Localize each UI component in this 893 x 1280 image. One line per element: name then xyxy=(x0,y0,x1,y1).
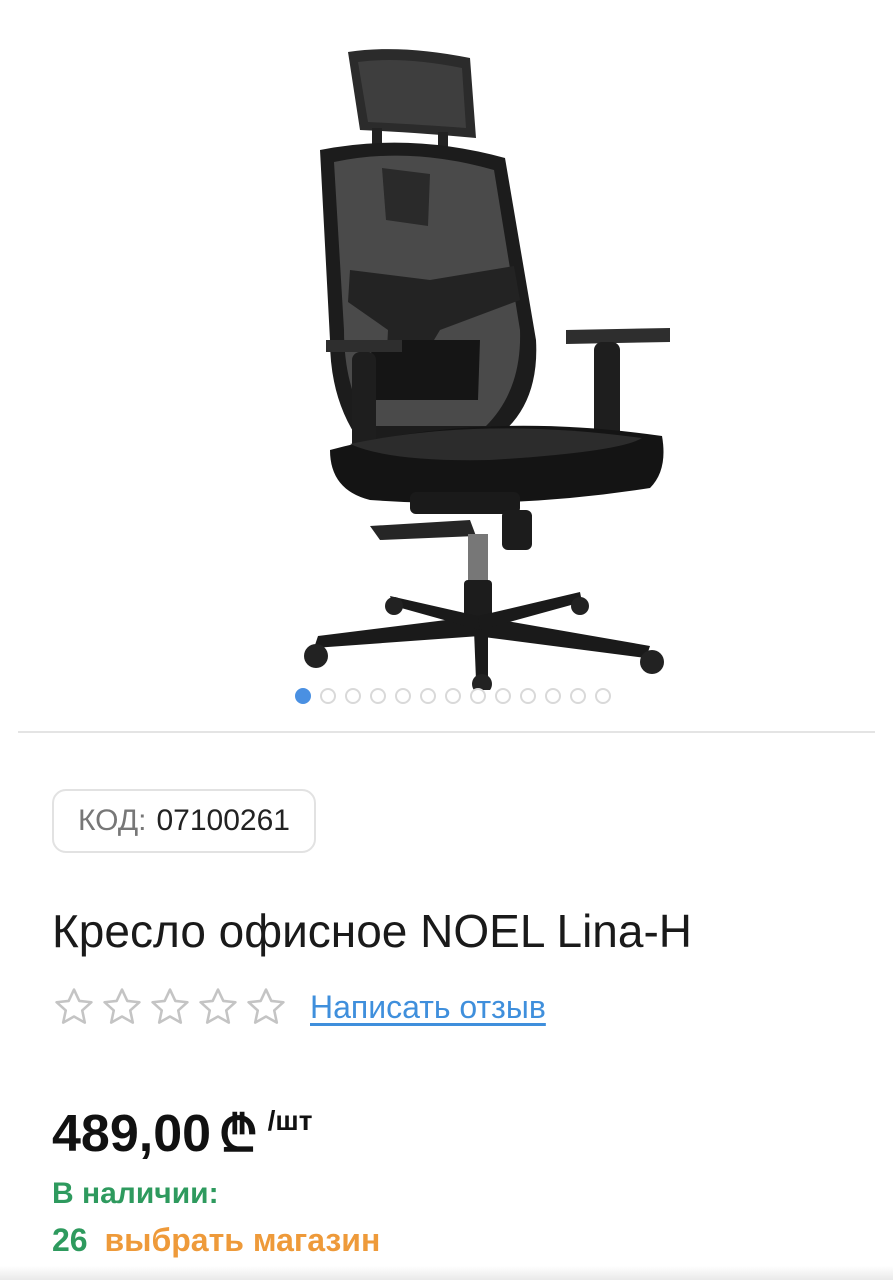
stock-count: 26 xyxy=(52,1222,88,1258)
star-empty-icon[interactable] xyxy=(148,985,192,1029)
choose-store-link[interactable]: выбрать магазин xyxy=(104,1222,380,1258)
product-code-label: КОД: xyxy=(78,804,147,837)
section-divider xyxy=(18,731,875,733)
bottom-edge xyxy=(0,1266,893,1280)
star-empty-icon[interactable] xyxy=(196,985,240,1029)
gallery-dot[interactable] xyxy=(370,688,386,704)
lari-currency-icon: ₾ xyxy=(219,1106,258,1162)
gallery-dot[interactable] xyxy=(320,688,336,704)
gallery-pagination xyxy=(295,688,611,704)
rating-stars[interactable] xyxy=(52,985,288,1029)
gallery-dot[interactable] xyxy=(495,688,511,704)
gallery-dot[interactable] xyxy=(545,688,561,704)
product-title: Кресло офисное NOEL Lina-H xyxy=(52,905,693,957)
gallery-dot[interactable] xyxy=(395,688,411,704)
gallery-dot[interactable] xyxy=(595,688,611,704)
gallery-dot[interactable] xyxy=(420,688,436,704)
office-chair-image xyxy=(304,49,670,690)
star-empty-icon[interactable] xyxy=(100,985,144,1029)
price-amount: 489,00 xyxy=(52,1105,212,1163)
product-code-value: 07100261 xyxy=(156,804,290,837)
gallery-dot[interactable] xyxy=(445,688,461,704)
in-stock-label: В наличии: xyxy=(52,1177,219,1210)
gallery-dot[interactable] xyxy=(470,688,486,704)
stock-row: 26 выбрать магазин xyxy=(52,1222,380,1259)
price-unit: /шт xyxy=(267,1105,313,1136)
product-code-badge: КОД: 07100261 xyxy=(52,789,316,853)
star-empty-icon[interactable] xyxy=(52,985,96,1029)
gallery-dot[interactable] xyxy=(520,688,536,704)
gallery-dot[interactable] xyxy=(295,688,311,704)
product-rating: Написать отзыв xyxy=(52,985,546,1029)
gallery-dot[interactable] xyxy=(345,688,361,704)
write-review-link[interactable]: Написать отзыв xyxy=(310,989,546,1026)
product-image-gallery[interactable] xyxy=(0,0,893,720)
star-empty-icon[interactable] xyxy=(244,985,288,1029)
product-price: 489,00 ₾ /шт xyxy=(52,1104,312,1164)
gallery-dot[interactable] xyxy=(570,688,586,704)
